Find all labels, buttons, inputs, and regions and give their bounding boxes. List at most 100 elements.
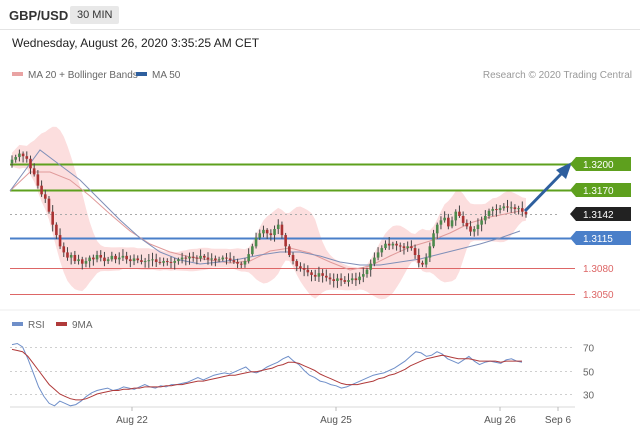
candle-body-up (443, 217, 446, 221)
candle-body-up (121, 255, 125, 258)
candle-body-up (243, 261, 247, 265)
candle-body-down (410, 246, 413, 249)
time-tick-label-3: Sep 6 (545, 415, 572, 426)
candle-body-down (66, 252, 69, 258)
candle-body-down (36, 174, 40, 186)
candle-body-up (221, 257, 225, 260)
level-tag-5: 1.3050 (583, 290, 614, 301)
rsi-legend-label: RSI (28, 320, 45, 331)
candle-body-down (191, 256, 195, 258)
candle-body-down (55, 224, 58, 236)
candle-body-down (73, 255, 77, 262)
candle-body-down (114, 255, 117, 260)
candle-body-down (447, 217, 450, 227)
candle-body-up (369, 263, 372, 270)
candle-body-up (95, 255, 99, 260)
ma50-legend-label: MA 50 (152, 70, 181, 81)
candle-body-up (406, 246, 409, 249)
level-tag-label-2: 1.3142 (583, 210, 614, 221)
candle-body-down (325, 275, 328, 278)
candle-body-down (280, 224, 284, 236)
candle-body-down (313, 274, 317, 277)
rsi-tick-label-30: 30 (583, 391, 595, 402)
level-tag-label-0: 1.3200 (583, 160, 614, 171)
candle-body-down (21, 153, 25, 157)
candle-body-up (151, 259, 154, 261)
candle-body-down (513, 207, 517, 210)
level-tag-2: 1.3142 (570, 207, 631, 221)
candle-body-down (458, 211, 461, 216)
rsi-tick-label-50: 50 (583, 368, 595, 379)
candle-body-down (265, 229, 269, 234)
bollinger-bands (12, 126, 526, 300)
candle-body-up (502, 206, 506, 209)
candle-body-up (262, 229, 265, 234)
candle-body-down (80, 259, 84, 264)
candle-body-down (129, 259, 132, 262)
candle-body-up (317, 273, 321, 277)
candle-body-down (32, 168, 36, 175)
candle-body-down (202, 255, 206, 258)
candle-body-up (117, 257, 121, 260)
candle-body-down (465, 222, 469, 227)
candle-body-up (491, 209, 495, 211)
candle-body-down (524, 211, 528, 215)
candle-body-up (18, 153, 21, 158)
candle-body-down (214, 258, 217, 261)
candle-body-up (88, 257, 91, 262)
candle-body-up (14, 157, 17, 160)
time-tick-label-0: Aug 22 (116, 415, 148, 426)
candle-body-down (495, 209, 498, 211)
candle-body-up (428, 246, 432, 258)
rsi-panel: 30 50 70 (10, 342, 595, 407)
ma20-legend-swatch (12, 72, 23, 76)
level-tag-1: 1.3170 (570, 183, 631, 197)
candle-body-down (343, 280, 347, 282)
price-chart: MA 20 + Bollinger Bands MA 50 Research ©… (0, 70, 640, 426)
candle-body-up (210, 258, 213, 260)
candle-body-up (10, 159, 14, 164)
bollinger-band-fill (12, 126, 526, 300)
candle-body-down (402, 246, 406, 249)
candle-body-up (454, 211, 458, 221)
candle-body-down (310, 272, 313, 275)
candle-body-up (476, 224, 480, 229)
candle-body-down (29, 158, 32, 169)
candle-body-up (84, 261, 88, 264)
candle-body-up (424, 257, 428, 265)
candle-body-up (106, 259, 110, 262)
candle-body-down (421, 262, 424, 265)
candle-body-down (154, 259, 158, 262)
candle-body-down (140, 260, 143, 262)
candle-body-up (188, 256, 191, 259)
candle-body-up (276, 224, 280, 229)
copyright-text: Research © 2020 Trading Central (483, 70, 632, 81)
level-tag-3: 1.3115 (570, 231, 631, 245)
candle-body-up (373, 257, 376, 264)
candle-body-down (321, 273, 324, 276)
candle-body-down (387, 243, 391, 246)
candle-body-up (273, 229, 276, 236)
candle-body-up (376, 252, 380, 258)
candle-body-up (498, 208, 502, 210)
time-axis: Aug 22 Aug 25 Aug 26 Sep 6 (10, 406, 575, 426)
candle-body-down (236, 261, 239, 264)
candle-body-down (469, 226, 472, 232)
candle-body-down (184, 257, 188, 259)
candle-body-up (336, 278, 339, 281)
candle-body-down (136, 258, 140, 261)
candle-body-up (347, 280, 350, 282)
candle-body-up (77, 259, 80, 262)
candle-body-up (380, 248, 384, 253)
candle-body-down (506, 206, 509, 208)
rsi-line (11, 342, 523, 407)
candle-body-down (62, 246, 66, 253)
candle-body-down (295, 261, 299, 267)
candle-body-down (103, 257, 106, 262)
candle-body-up (358, 276, 361, 281)
level-tag-label-5: 1.3050 (583, 290, 614, 301)
candle-body-down (99, 255, 103, 258)
candle-body-up (472, 229, 476, 232)
level-tag-label-1: 1.3170 (583, 186, 614, 197)
candle-body-up (173, 261, 177, 263)
